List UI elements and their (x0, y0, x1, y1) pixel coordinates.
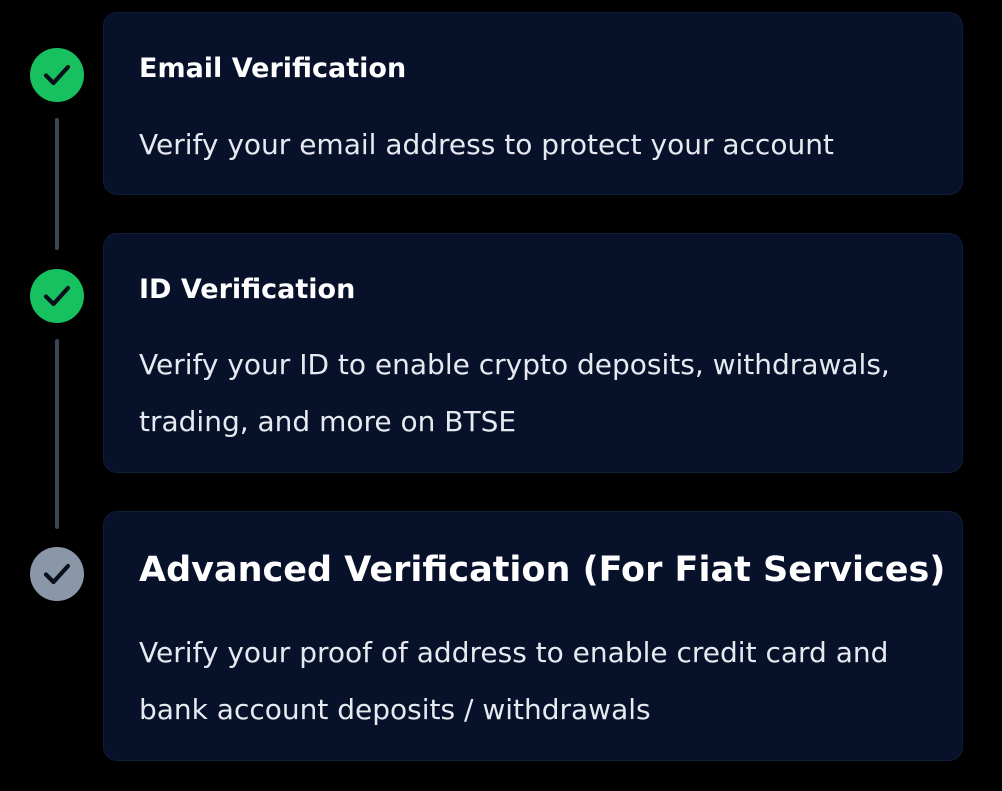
step-description: Verify your email address to protect you… (139, 128, 834, 161)
step-status-completed-icon (30, 269, 84, 323)
step-title: Email Verification (139, 53, 407, 84)
step-connector (55, 118, 59, 250)
verification-steps: Email Verification Verify your email add… (0, 0, 1002, 791)
step-description: Verify your ID to enable crypto deposits… (139, 348, 890, 438)
step-title: Advanced Verification (For Fiat Services… (139, 550, 946, 590)
check-icon (43, 563, 71, 585)
id-verification-card[interactable]: ID Verification Verify your ID to enable… (103, 233, 963, 473)
check-icon (43, 285, 71, 307)
advanced-verification-card[interactable]: Advanced Verification (For Fiat Services… (103, 511, 963, 761)
email-verification-card[interactable]: Email Verification Verify your email add… (103, 12, 963, 195)
step-description: Verify your proof of address to enable c… (139, 636, 889, 726)
step-connector (55, 339, 59, 529)
step-status-pending-icon (30, 547, 84, 601)
check-icon (43, 64, 71, 86)
step-status-completed-icon (30, 48, 84, 102)
step-title: ID Verification (139, 274, 356, 305)
